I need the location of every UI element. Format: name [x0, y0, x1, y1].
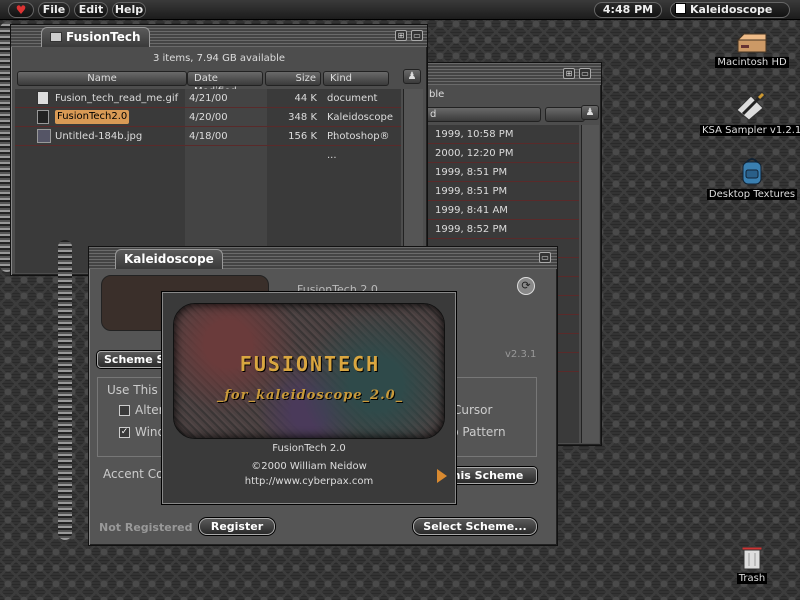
about-copyright: ©2000 William Neidow	[251, 461, 367, 472]
window-title-tab[interactable]: FusionTech	[41, 27, 150, 47]
apple-menu-icon[interactable]: ♥	[8, 2, 34, 18]
file-name: Untitled-184b.jpg	[55, 131, 143, 142]
option-label: Alter	[135, 403, 164, 417]
option-checkbox[interactable]	[119, 405, 130, 416]
vertical-scrollbar[interactable]	[581, 125, 599, 443]
finder-window[interactable]: FusionTech ⊞ ▭ 3 items, 7.94 GB availabl…	[10, 24, 428, 276]
file-size: 348 K	[288, 112, 317, 123]
fusiontech-logo: FUSIONTECH _for_kaleidoscope_2.0_	[173, 303, 445, 439]
option-label: Cursor	[453, 403, 493, 417]
file-date: 4/20/00	[189, 112, 228, 123]
option-label: Wind	[135, 425, 166, 439]
desktop-icon-ksa-sampler[interactable]: KSA Sampler v1.2.1	[700, 92, 800, 136]
window-status: ble	[429, 89, 445, 100]
column-header-kind[interactable]: Kind	[323, 71, 389, 86]
desktop-icon-trash[interactable]: Trash	[722, 544, 782, 584]
pen-sampler-icon	[736, 92, 765, 121]
file-date: 4/18/00	[189, 131, 228, 142]
window-title[interactable]: Kaleidoscope	[115, 249, 223, 269]
collapse-box-icon[interactable]: ▭	[539, 252, 551, 263]
folder-icon	[50, 32, 62, 42]
list-row-date[interactable]: 1999, 8:41 AM	[423, 201, 579, 220]
window-coil-decoration	[58, 240, 72, 540]
about-product-name: FusionTech 2.0	[272, 443, 346, 454]
about-dialog: FUSIONTECH _for_kaleidoscope_2.0_ Fusion…	[162, 292, 456, 504]
file-name: Fusion_tech_read_me.gif	[55, 93, 179, 104]
menubar-clock[interactable]: 4:48 PM	[594, 2, 662, 18]
document-icon	[37, 91, 49, 105]
menu-file[interactable]: File	[38, 2, 70, 18]
desktop-icon-desktop-textures[interactable]: Desktop Textures	[706, 156, 798, 200]
list-row-date[interactable]: 1999, 8:51 PM	[423, 182, 579, 201]
help-icon[interactable]: ⟳	[517, 277, 535, 295]
menu-help[interactable]: Help	[112, 2, 146, 18]
version-label: v2.3.1	[505, 349, 537, 360]
file-date: 4/21/00	[189, 93, 228, 104]
file-size: 156 K	[288, 131, 317, 142]
desktop-icon-label: Trash	[736, 573, 768, 584]
table-row[interactable]: Untitled-184b.jpg 4/18/00 156 K Photosho…	[15, 127, 401, 161]
logo-title: FUSIONTECH	[239, 352, 381, 376]
table-row[interactable]: FusionTech2.0 4/20/00 348 K Kaleidoscope…	[15, 108, 401, 142]
desktop-icon-label: KSA Sampler v1.2.1	[700, 125, 800, 136]
registration-status: Not Registered	[99, 521, 193, 534]
group-box-label: Use This	[107, 383, 158, 397]
register-button[interactable]: Register	[199, 518, 275, 535]
accent-color-label: Accent Co	[103, 467, 164, 481]
about-url[interactable]: http://www.cyberpax.com	[163, 476, 455, 487]
list-row-date[interactable]: 1999, 8:51 PM	[423, 163, 579, 182]
list-row-date[interactable]: 2000, 12:20 PM	[423, 144, 579, 163]
select-scheme-button[interactable]: Select Scheme...	[413, 518, 537, 535]
table-row[interactable]: Fusion_tech_read_me.gif 4/21/00 44 K doc…	[15, 89, 401, 108]
menu-bar: ♥ File Edit Help 4:48 PM Kaleidoscope	[0, 0, 800, 20]
file-size: 44 K	[294, 93, 317, 104]
column-header-date[interactable]: Date Modified	[187, 71, 263, 97]
column-header-size[interactable]: Size	[265, 71, 321, 86]
file-kind: document	[327, 93, 378, 104]
kaleidoscope-scheme-icon	[37, 110, 49, 124]
option-label: p Pattern	[451, 425, 506, 439]
play-arrow-icon[interactable]	[437, 469, 447, 483]
option-checkbox-checked[interactable]: ✓	[119, 427, 130, 438]
application-menu[interactable]: Kaleidoscope	[670, 2, 790, 18]
desktop-icon-macintosh-hd[interactable]: Macintosh HD	[712, 32, 792, 68]
application-name: Kaleidoscope	[690, 3, 773, 16]
collapse-box-icon[interactable]: ▭	[579, 68, 591, 79]
application-icon	[675, 3, 686, 14]
image-file-icon	[37, 129, 51, 143]
window-status: 3 items, 7.94 GB available	[152, 53, 286, 64]
hard-disk-icon	[736, 33, 767, 53]
sort-direction-icon[interactable]: ♟	[581, 105, 599, 120]
zoom-box-icon[interactable]: ⊞	[563, 68, 575, 79]
window-title: FusionTech	[66, 30, 141, 44]
list-row-date[interactable]: 1999, 8:52 PM	[423, 220, 579, 239]
desktop-icon-label: Macintosh HD	[715, 57, 789, 68]
zoom-box-icon[interactable]: ⊞	[395, 30, 407, 41]
logo-subtitle: _for_kaleidoscope_2.0_	[216, 388, 404, 403]
column-header-kind[interactable]	[545, 107, 585, 122]
menu-edit[interactable]: Edit	[74, 2, 108, 18]
sort-direction-icon[interactable]: ♟	[403, 69, 421, 84]
desktop-icon-label: Desktop Textures	[706, 189, 798, 200]
file-name: FusionTech2.0	[55, 110, 130, 124]
collapse-box-icon[interactable]: ▭	[411, 30, 423, 41]
trash-can-icon	[741, 546, 763, 570]
backpack-folder-icon	[742, 158, 762, 185]
file-kind: Photoshop® ...	[327, 131, 390, 161]
list-row-date[interactable]: 1999, 10:58 PM	[423, 125, 579, 144]
column-header-name[interactable]: Name	[17, 71, 187, 86]
column-header-date[interactable]: d	[423, 107, 541, 122]
